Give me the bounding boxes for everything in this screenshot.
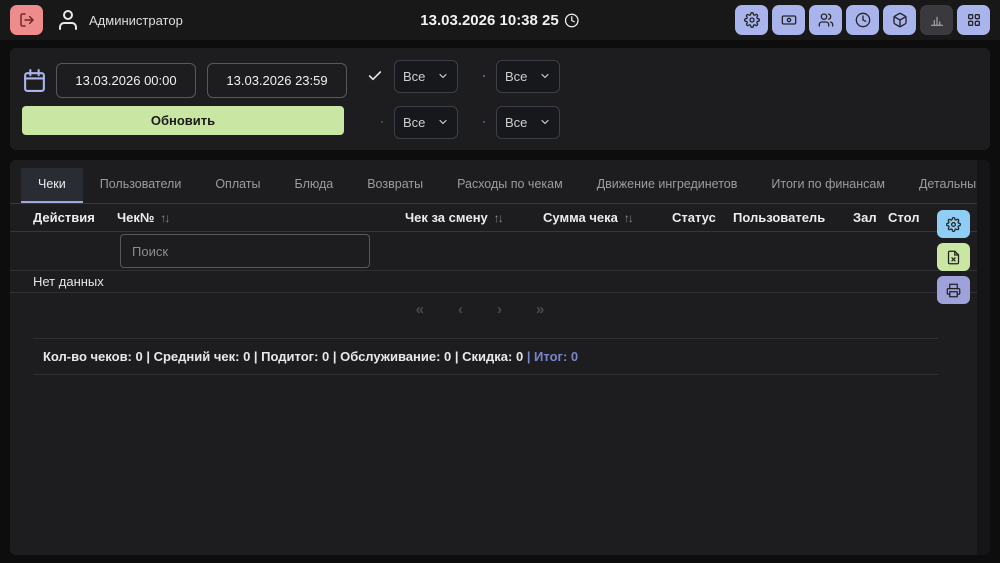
column-label: Действия: [33, 210, 95, 225]
logout-button[interactable]: [10, 5, 43, 35]
chevron-down-icon: [437, 70, 449, 82]
export-excel-button[interactable]: [937, 243, 970, 271]
chevron-down-icon: [539, 70, 551, 82]
staff-icon: [818, 12, 834, 28]
calendar-icon: [22, 68, 47, 93]
totals-text: Кол-во чеков: 0 | Средний чек: 0 | Подит…: [43, 349, 527, 364]
tab-check-expenses[interactable]: Расходы по чекам: [440, 168, 580, 203]
tab-ingredients[interactable]: Движение ингрединетов: [580, 168, 755, 203]
bar-chart-icon: [929, 12, 945, 28]
empty-state-text: Нет данных: [33, 274, 104, 289]
refresh-button[interactable]: Обновить: [22, 106, 344, 135]
user-select[interactable]: Все: [394, 105, 458, 139]
table-settings-button[interactable]: [937, 210, 970, 238]
prev-page-button[interactable]: ‹: [458, 301, 463, 318]
printer-icon: [946, 283, 961, 298]
datetime-text: 13.03.2026 10:38 25: [420, 11, 559, 29]
reports-button[interactable]: [920, 5, 953, 35]
column-label: Зал: [853, 210, 877, 225]
sort-icon[interactable]: ↑↓: [160, 211, 170, 225]
staff-button[interactable]: [809, 5, 842, 35]
user-select-value: Все: [403, 114, 426, 130]
pagination: « ‹ › »: [10, 293, 990, 325]
shifts-button[interactable]: [846, 5, 879, 35]
next-page-button[interactable]: ›: [497, 301, 502, 318]
date-to-input[interactable]: [207, 63, 347, 98]
tab-checks[interactable]: Чеки: [21, 168, 83, 203]
column-label: Сумма чека: [543, 210, 618, 225]
column-check-sum[interactable]: Сумма чека ↑↓: [543, 210, 672, 225]
column-user: Пользователь: [733, 210, 853, 225]
date-filter-group: Обновить: [22, 63, 347, 135]
grid-icon: [483, 68, 485, 84]
gear-icon: [743, 12, 760, 28]
filter-panel: Обновить Все Все Все: [10, 48, 990, 150]
scrollbar-track[interactable]: [977, 160, 990, 555]
chevron-down-icon: [539, 116, 551, 128]
banknote-icon: [781, 12, 797, 28]
totals-bar: Кол-во чеков: 0 | Средний чек: 0 | Подит…: [33, 338, 938, 375]
column-label: Пользователь: [733, 210, 826, 225]
clock-icon: [855, 12, 871, 28]
apps-grid-icon: [966, 12, 982, 28]
tab-users[interactable]: Пользователи: [83, 168, 199, 203]
column-check-number[interactable]: Чек№ ↑↓: [117, 210, 405, 225]
report-tabs: Чеки Пользователи Оплаты Блюда Возвраты …: [10, 160, 990, 204]
column-hall: Зал: [853, 210, 888, 225]
first-page-button[interactable]: «: [416, 301, 424, 318]
column-label: Чек№: [117, 210, 155, 225]
column-check-per-shift[interactable]: Чек за смену ↑↓: [405, 210, 543, 225]
current-datetime: 13.03.2026 10:38 25: [420, 11, 580, 29]
topbar-actions: [735, 5, 990, 35]
user-arrow-icon: [381, 114, 383, 130]
banknote-icon: [483, 114, 485, 130]
empty-state: Нет данных: [10, 271, 990, 293]
settings-button[interactable]: [735, 5, 768, 35]
apps-button[interactable]: [957, 5, 990, 35]
tab-returns[interactable]: Возвраты: [350, 168, 440, 203]
table-header: Действия Чек№ ↑↓ Чек за смену ↑↓ Сумма ч…: [10, 204, 990, 232]
topbar: Администратор 13.03.2026 10:38 25: [0, 0, 1000, 40]
tab-dishes[interactable]: Блюда: [278, 168, 351, 203]
last-page-button[interactable]: »: [536, 301, 544, 318]
sort-icon[interactable]: ↑↓: [494, 211, 504, 225]
status-select[interactable]: Все: [394, 59, 458, 93]
box-icon: [892, 12, 908, 28]
user-icon: [56, 8, 80, 32]
warehouse-button[interactable]: [883, 5, 916, 35]
column-actions: Действия: [33, 210, 117, 225]
column-label: Стол: [888, 210, 920, 225]
column-label: Статус: [672, 210, 716, 225]
payment-select-value: Все: [505, 114, 528, 130]
sort-icon[interactable]: ↑↓: [624, 211, 634, 225]
hall-select[interactable]: Все: [496, 59, 560, 93]
logout-icon: [19, 12, 35, 28]
grand-total-text: | Итог: 0: [526, 349, 579, 364]
date-from-input[interactable]: [56, 63, 196, 98]
payment-select[interactable]: Все: [496, 105, 560, 139]
check-icon: [367, 68, 383, 84]
search-input[interactable]: [120, 234, 370, 268]
column-label: Чек за смену: [405, 210, 488, 225]
report-panel: Чеки Пользователи Оплаты Блюда Возвраты …: [10, 160, 990, 555]
current-user-name: Администратор: [89, 12, 183, 28]
column-table: Стол: [888, 210, 938, 225]
hall-select-value: Все: [505, 68, 528, 84]
tab-finance-totals[interactable]: Итоги по финансам: [754, 168, 902, 203]
tab-payments[interactable]: Оплаты: [198, 168, 277, 203]
status-select-value: Все: [403, 68, 426, 84]
gear-icon: [946, 216, 961, 232]
clock-icon: [565, 13, 580, 28]
table-tools: [937, 210, 970, 304]
filter-dropdowns: Все Все Все Все: [367, 59, 560, 139]
column-status: Статус: [672, 210, 733, 225]
file-excel-icon: [946, 250, 961, 265]
search-row: [10, 232, 990, 271]
payments-button[interactable]: [772, 5, 805, 35]
chevron-down-icon: [437, 116, 449, 128]
print-button[interactable]: [937, 276, 970, 304]
